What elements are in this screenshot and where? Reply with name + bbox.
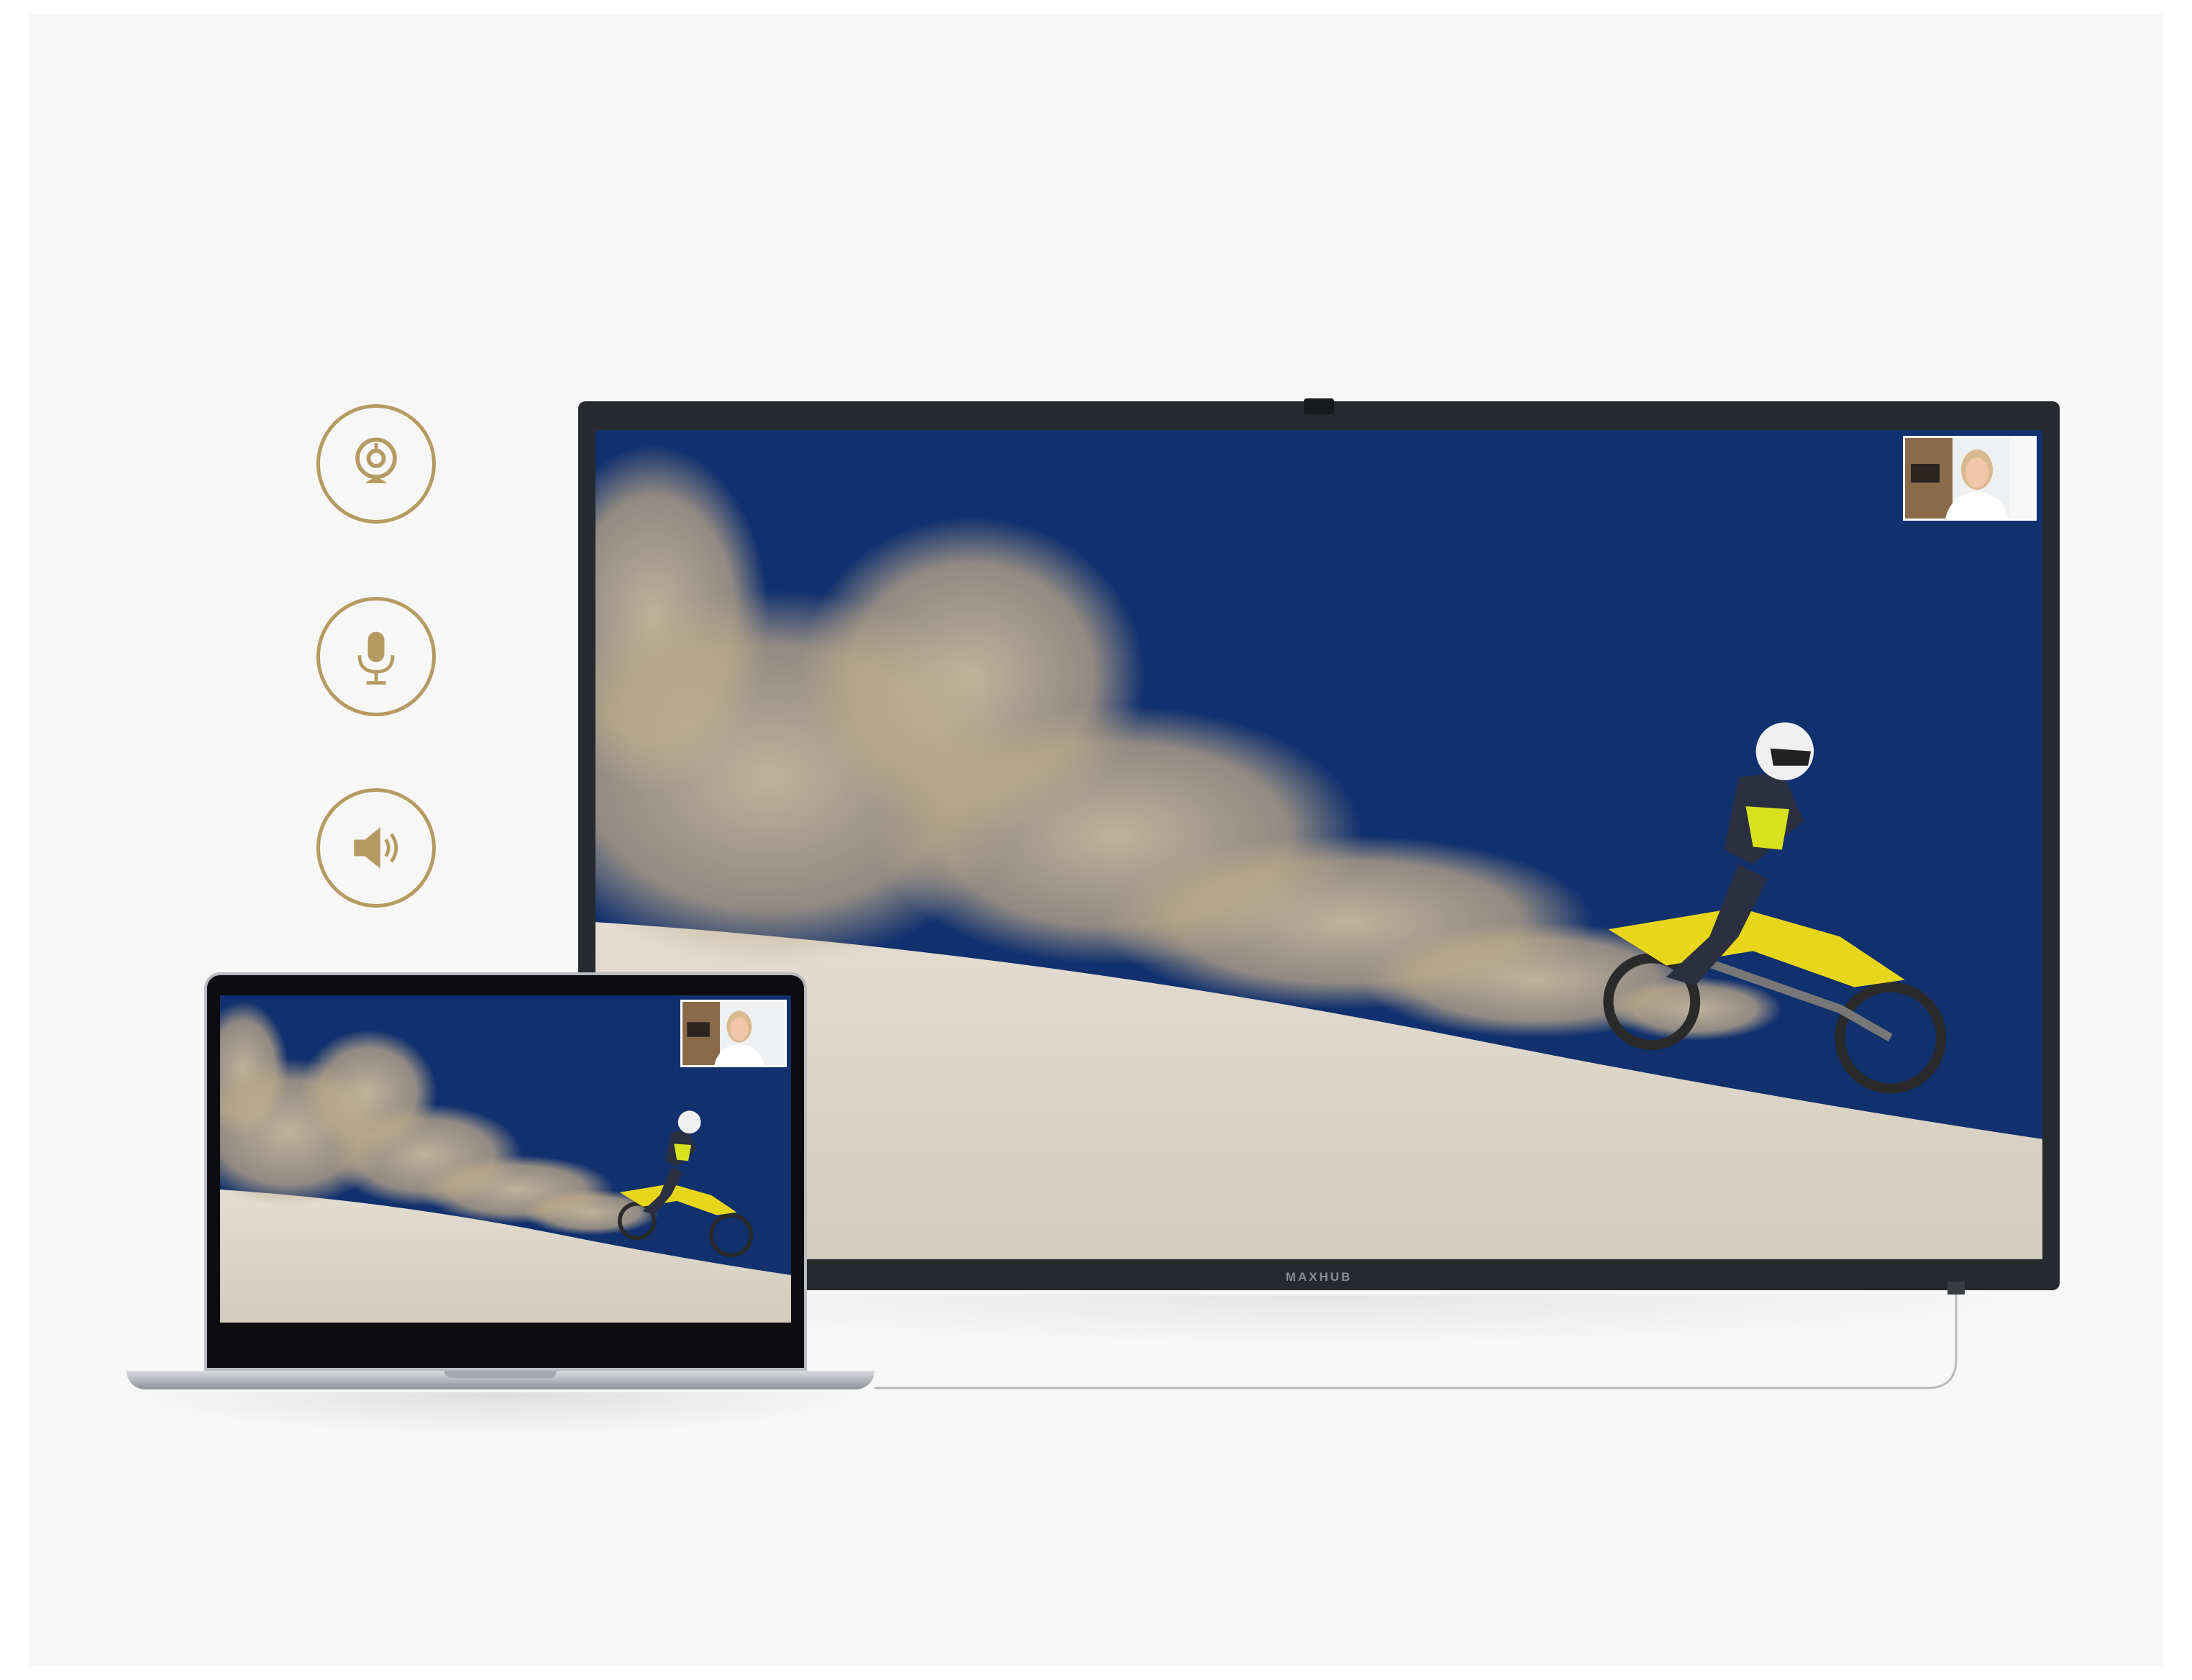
video-call-participant [1903, 436, 2037, 521]
laptop [204, 972, 807, 1371]
laptop-notch [444, 1371, 557, 1378]
laptop-screen [220, 995, 791, 1355]
laptop-shadow [127, 1392, 874, 1435]
motocross-scene [595, 430, 2042, 1259]
speaker-icon [316, 788, 436, 908]
tv-camera [1304, 398, 1334, 414]
laptop-base [127, 1371, 874, 1389]
webcam-icon [316, 404, 436, 524]
tv-screen [595, 430, 2042, 1260]
laptop-video-call-participant [680, 1000, 787, 1067]
microphone-icon [316, 597, 436, 716]
